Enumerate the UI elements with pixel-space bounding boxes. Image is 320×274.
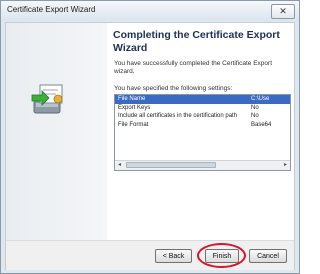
- settings-row[interactable]: Export Keys No: [115, 104, 290, 113]
- wizard-page: Completing the Certificate Export Wizard…: [5, 22, 295, 270]
- wizard-side-panel: [6, 23, 107, 240]
- settings-row[interactable]: File Name C:\Use: [115, 95, 290, 104]
- back-button[interactable]: < Back: [155, 249, 192, 263]
- scroll-thumb[interactable]: [126, 162, 216, 168]
- settings-row[interactable]: Include all certificates in the certific…: [115, 112, 290, 121]
- scroll-right-icon[interactable]: ▸: [281, 161, 290, 170]
- setting-value: Base64: [251, 121, 272, 128]
- settings-row[interactable]: File Format Base64: [115, 121, 290, 130]
- wizard-window: Certificate Export Wizard ✕ Completing t…: [0, 0, 300, 274]
- window-title: Certificate Export Wizard: [7, 5, 96, 14]
- scroll-left-icon[interactable]: ◂: [115, 161, 124, 170]
- settings-list[interactable]: File Name C:\Use Export Keys No Include …: [114, 94, 291, 171]
- setting-value: No: [251, 113, 259, 119]
- button-bar: < Back Finish Cancel: [6, 240, 294, 270]
- page-title: Completing the Certificate Export Wizard: [113, 29, 280, 54]
- settings-label: You have specified the following setting…: [114, 85, 233, 92]
- horizontal-scrollbar[interactable]: ◂ ▸: [115, 160, 290, 170]
- finish-button[interactable]: Finish: [205, 249, 239, 263]
- close-button[interactable]: ✕: [271, 4, 295, 19]
- setting-value: C:\Use: [251, 96, 270, 102]
- setting-name: File Format: [118, 121, 149, 128]
- title-bar: Certificate Export Wizard ✕: [1, 1, 299, 21]
- setting-name: File Name: [118, 96, 146, 102]
- setting-name: Include all certificates in the certific…: [118, 113, 238, 119]
- cancel-button[interactable]: Cancel: [249, 249, 287, 263]
- setting-name: Export Keys: [118, 104, 151, 111]
- certificate-export-icon: [31, 84, 63, 114]
- setting-value: No: [251, 104, 259, 111]
- completion-text: You have successfully completed the Cert…: [114, 60, 273, 75]
- close-icon: ✕: [279, 6, 287, 16]
